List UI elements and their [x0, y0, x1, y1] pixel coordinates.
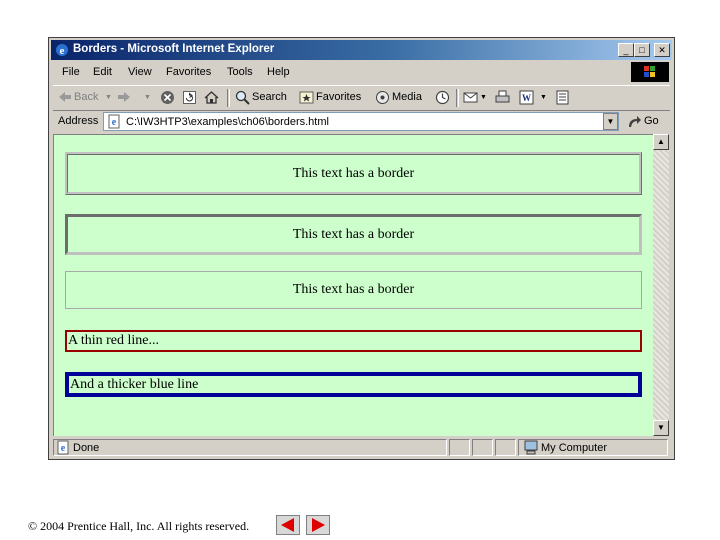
solid-border-box: This text has a border [65, 271, 642, 309]
history-icon[interactable] [435, 90, 450, 105]
scroll-down-icon[interactable]: ▼ [653, 420, 669, 436]
close-button[interactable]: ✕ [654, 43, 670, 57]
media-button[interactable]: Media [392, 91, 422, 103]
window-title: Borders - Microsoft Internet Explorer [73, 43, 275, 55]
title-bar: e Borders - Microsoft Internet Explorer … [51, 40, 672, 60]
status-cell [495, 439, 516, 456]
svg-text:e: e [61, 443, 66, 454]
page-icon: e [108, 114, 120, 129]
mail-dropdown-icon[interactable]: ▼ [480, 94, 487, 101]
internet-explorer-icon: e [56, 44, 68, 57]
svg-text:e: e [60, 45, 65, 57]
menu-favorites[interactable]: Favorites [166, 66, 211, 78]
search-button[interactable]: Search [252, 91, 287, 103]
status-text: Done [73, 442, 100, 454]
mail-icon[interactable] [463, 90, 478, 105]
back-button[interactable]: Back [74, 91, 98, 103]
address-url: C:\IW3HTP3\examples\ch06\borders.html [126, 116, 329, 128]
home-icon[interactable] [204, 90, 219, 105]
status-main-cell [53, 439, 447, 456]
browser-window: e Borders - Microsoft Internet Explorer … [48, 37, 675, 460]
address-label: Address [58, 115, 99, 127]
go-button[interactable]: Go [644, 115, 659, 127]
toolbar-separator [227, 89, 230, 107]
status-bar: e Done My Computer [53, 437, 670, 457]
inset-border-box: This text has a border [65, 214, 642, 255]
forward-arrow-icon[interactable] [117, 90, 131, 104]
menu-tools[interactable]: Tools [227, 66, 253, 78]
security-zone: My Computer [541, 442, 608, 454]
search-icon[interactable] [235, 90, 250, 105]
svg-text:W: W [522, 93, 531, 103]
back-arrow-icon[interactable] [58, 90, 72, 104]
maximize-button[interactable]: □ [634, 43, 650, 57]
done-page-icon: e [57, 440, 69, 455]
thick-blue-border-box: And a thicker blue line [65, 372, 642, 397]
next-slide-icon[interactable] [306, 515, 330, 535]
menu-bar: File Edit View Favorites Tools Help [53, 62, 627, 82]
address-dropdown-icon[interactable]: ▼ [603, 113, 618, 130]
menu-edit[interactable]: Edit [93, 66, 112, 78]
address-bar: Address e C:\IW3HTP3\examples\ch06\borde… [53, 111, 670, 133]
print-icon[interactable] [495, 90, 510, 105]
copyright-footer: © 2004 Prentice Hall, Inc. All rights re… [28, 519, 250, 533]
discuss-icon[interactable] [555, 90, 570, 105]
windows-flag-icon [644, 66, 655, 77]
svg-text:e: e [112, 117, 117, 128]
menu-file[interactable]: File [62, 66, 80, 78]
previous-slide-icon[interactable] [276, 515, 300, 535]
favorites-button[interactable]: Favorites [316, 91, 361, 103]
forward-dropdown-icon[interactable]: ▼ [144, 94, 151, 101]
status-cell [472, 439, 493, 456]
back-dropdown-icon[interactable]: ▼ [105, 94, 112, 101]
stop-icon[interactable] [160, 90, 175, 105]
ridge-border-box: This text has a border [65, 152, 642, 195]
media-icon[interactable] [375, 90, 390, 105]
vertical-scrollbar[interactable]: ▲ ▼ [653, 134, 669, 436]
minimize-button[interactable]: _ [618, 43, 634, 57]
edit-word-icon[interactable]: W [519, 90, 534, 105]
status-cell [449, 439, 470, 456]
toolbar-separator [456, 89, 459, 107]
my-computer-icon [524, 440, 538, 455]
go-arrow-icon[interactable] [627, 115, 642, 129]
menu-help[interactable]: Help [267, 66, 290, 78]
favorites-icon[interactable] [299, 90, 314, 105]
page-viewport: This text has a border This text has a b… [53, 134, 653, 436]
address-input[interactable]: e C:\IW3HTP3\examples\ch06\borders.html … [103, 112, 619, 131]
standard-toolbar: Back ▼ ▼ Search Favorites Media ▼ W ▼ [53, 85, 670, 111]
windows-logo [631, 62, 669, 82]
menu-view[interactable]: View [128, 66, 152, 78]
thin-red-border-box: A thin red line... [65, 330, 642, 352]
refresh-icon[interactable] [182, 90, 197, 105]
edit-dropdown-icon[interactable]: ▼ [540, 94, 547, 101]
scroll-up-icon[interactable]: ▲ [653, 134, 669, 150]
